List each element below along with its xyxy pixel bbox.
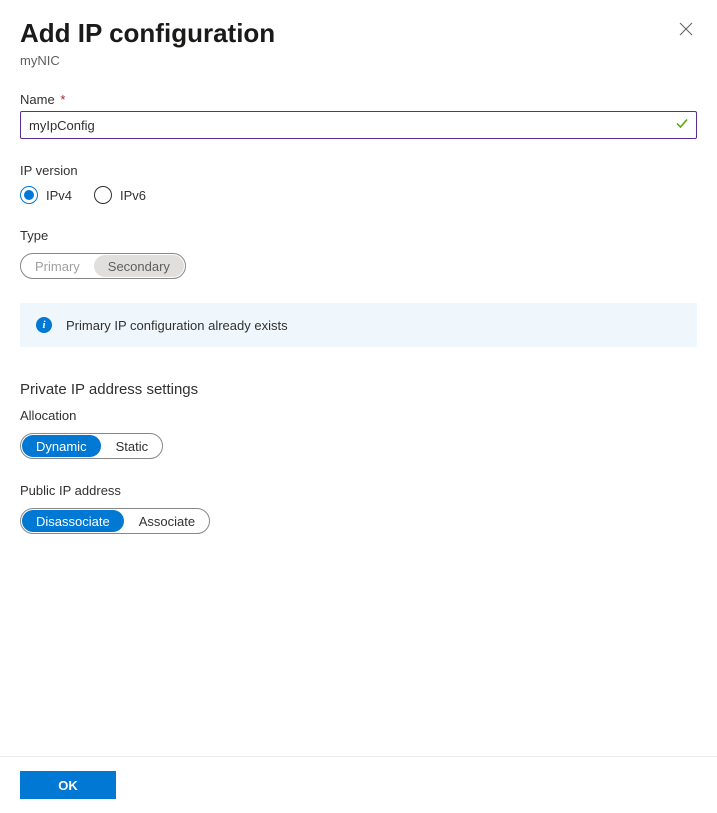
close-button[interactable]	[675, 18, 697, 43]
name-label: Name *	[20, 92, 697, 107]
ipv4-label: IPv4	[46, 188, 72, 203]
allocation-label: Allocation	[20, 408, 697, 423]
ok-button[interactable]: OK	[20, 771, 116, 799]
name-input[interactable]	[20, 111, 697, 139]
ipv6-radio[interactable]: IPv6	[94, 186, 146, 204]
type-label: Type	[20, 228, 697, 243]
public-ip-toggle[interactable]: Disassociate Associate	[20, 508, 210, 534]
panel-title: Add IP configuration	[20, 18, 275, 49]
radio-icon	[20, 186, 38, 204]
info-message: Primary IP configuration already exists	[66, 318, 288, 333]
panel-subtitle: myNIC	[20, 53, 275, 68]
close-icon	[679, 22, 693, 36]
allocation-dynamic-option[interactable]: Dynamic	[22, 435, 101, 457]
info-banner: i Primary IP configuration already exist…	[20, 303, 697, 347]
name-label-text: Name	[20, 92, 55, 107]
type-toggle: Primary Secondary	[20, 253, 186, 279]
radio-icon	[94, 186, 112, 204]
ipv6-label: IPv6	[120, 188, 146, 203]
check-icon	[675, 117, 689, 134]
ipv4-radio[interactable]: IPv4	[20, 186, 72, 204]
required-indicator: *	[60, 92, 65, 107]
ip-version-label: IP version	[20, 163, 697, 178]
public-ip-associate-option[interactable]: Associate	[125, 509, 209, 533]
allocation-static-option[interactable]: Static	[102, 434, 163, 458]
public-ip-disassociate-option[interactable]: Disassociate	[22, 510, 124, 532]
private-ip-section-title: Private IP address settings	[20, 381, 697, 398]
allocation-toggle[interactable]: Dynamic Static	[20, 433, 163, 459]
type-primary-option: Primary	[21, 254, 94, 278]
type-secondary-option: Secondary	[94, 255, 184, 277]
info-icon: i	[36, 317, 52, 333]
public-ip-label: Public IP address	[20, 483, 697, 498]
